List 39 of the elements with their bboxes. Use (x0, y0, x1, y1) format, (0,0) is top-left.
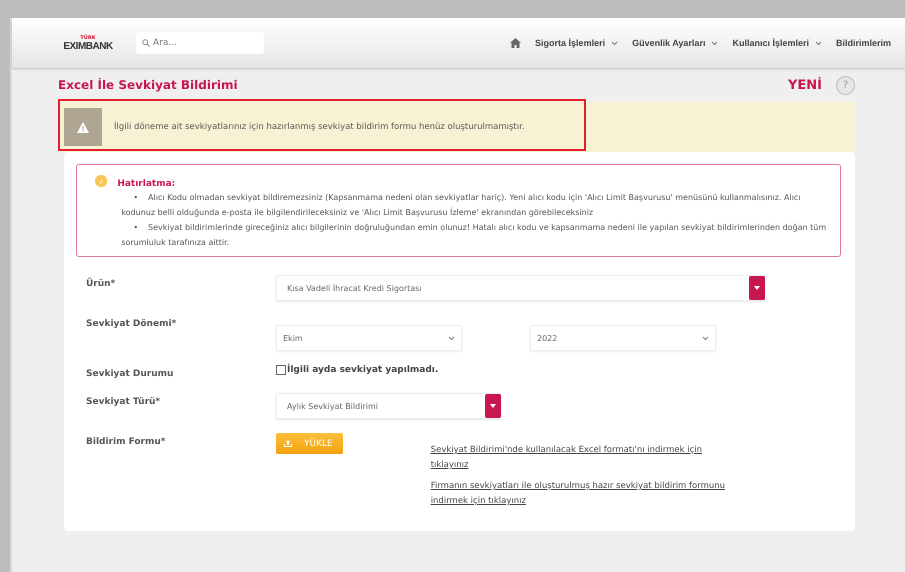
field-label: Sevkiyat Durumu (86, 368, 174, 379)
month-select[interactable]: Ekim (276, 325, 462, 351)
download-link[interactable]: Firmanın sevkiyatları ile oluşturulmuş hazır sevkiyat bildirim formunu indirmek için tıklayınız (430, 479, 741, 509)
checkbox[interactable] (276, 365, 286, 375)
caret-icon (702, 336, 709, 340)
nav-menu-item[interactable]: Bildirimlerim (836, 38, 891, 48)
year-select[interactable]: 2022 (530, 325, 716, 351)
download-link[interactable]: Sevkiyat Bildirimi'nde kullanılacak Excel formatı'nı indirmek için tıklayınız (430, 443, 741, 473)
select-value: Aylık Sevkiyat Bildirimi (287, 402, 378, 410)
select-field[interactable]: Aylık Sevkiyat Bildirimi (276, 393, 501, 419)
warning-icon (77, 122, 89, 132)
search-icon (142, 39, 150, 47)
caret-icon (490, 404, 496, 408)
caret-icon (814, 40, 822, 46)
field-label: Ürün* (86, 276, 116, 291)
select-value: Kısa Vadeli İhracat Kredi Sigortası (287, 284, 422, 292)
alert-text: İlgili döneme ait sevkiyatlarınız için hazırlanmış sevkiyat bildirim formu henüz oluşturulmamıştır. (114, 122, 525, 132)
dropdown-button[interactable] (749, 276, 765, 300)
checkbox-label: İlgili ayda sevkiyat yapılmadı. (287, 365, 438, 375)
home-icon[interactable] (510, 38, 522, 48)
reminder-text: • Alıcı Kodu olmadan sevkiyat bildiremezsiniz (Kapsanmama nedeni olan sevkiyatlar hariç). Yeni alıcı kodu için 'Alıcı Limit Başvurusu' menüsünü kullanmalısınız. Alıcı kodunuz belli olduğunda e-posta ile bilgilendirileceksiniz ve 'Alıcı Limit Başvurusu İzleme' ekranından görebileceksiniz (120, 192, 802, 219)
reminder-text: • Sevkiyat bildirimlerinde gireceğiniz alıcı bilgilerinin doğruluğundan emin olunuz! Hatalı alıcı kodu ve kapsanmama nedeni ile yapılan sevkiyat bildirimlerinden doğan tüm sorumluluk tarafınıza aittir. (120, 222, 828, 249)
dropdown-button[interactable] (485, 394, 501, 418)
field-label: Bildirim Formu* (86, 436, 166, 449)
nav-menu-item[interactable]: Sigorta İşlemleri (535, 38, 606, 48)
upload-icon (284, 440, 292, 447)
search-field[interactable]: Ara... (136, 32, 264, 54)
reminder-title: Hatırlatma: (117, 179, 176, 189)
caret-icon (711, 40, 718, 46)
new-label: YENİ (788, 78, 822, 92)
caret-icon (448, 336, 455, 340)
nav-menu-item[interactable]: Kullanıcı İşlemleri (732, 38, 809, 48)
nav-menu-item[interactable]: Güvenlik Ayarları (632, 38, 706, 48)
caret-icon (754, 286, 760, 290)
page-title: Excel İle Sevkiyat Bildirimi (58, 78, 238, 92)
field-label: Sevkiyat Dönemi* (86, 318, 178, 331)
caret-icon (611, 40, 618, 46)
field-label: Sevkiyat Türü* (86, 396, 162, 409)
select-field[interactable]: Kısa Vadeli İhracat Kredi Sigortası (276, 275, 765, 301)
